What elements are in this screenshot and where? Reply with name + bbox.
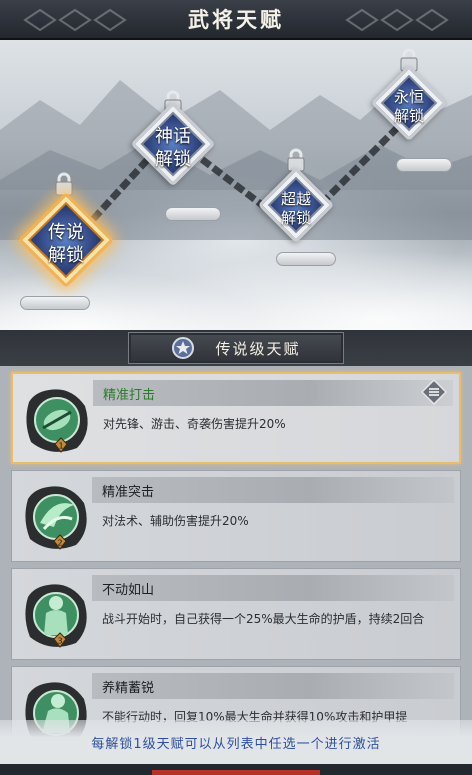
node-status: 解锁 — [155, 148, 191, 170]
node-pedestal — [276, 252, 336, 266]
node-name: 超越 — [280, 190, 311, 208]
node-pedestal — [20, 296, 90, 310]
footer-tip-bar: 每解锁1级天赋可以从列表中任选一个进行激活 — [0, 720, 472, 764]
node-status: 解锁 — [393, 106, 424, 125]
node-name: 永恒 — [393, 88, 424, 106]
talent-name: 精准打击 — [103, 388, 156, 403]
tier-banner: 传说级天赋 — [128, 332, 344, 364]
header-ornament-left-icon — [23, 8, 127, 32]
talent-name: 精准突击 — [102, 485, 155, 500]
top-header: 武将天赋 — [0, 0, 472, 40]
talent-name: 不动如山 — [102, 583, 155, 598]
node-status: 解锁 — [280, 208, 311, 227]
bottom-strip — [0, 764, 472, 775]
talent-description: 战斗开始时，自己获得一个25%最大生命的护盾，持续2回合 — [102, 612, 425, 626]
svg-text:3: 3 — [57, 637, 62, 646]
talent-list[interactable]: 1 精准打击 对先锋、游击、奇袭伤害提升20% 2 精准突击 对法术、辅助伤害提… — [0, 366, 472, 775]
page-title: 武将天赋 — [188, 8, 284, 32]
tier-emblem-icon — [172, 337, 194, 359]
tier-title: 传说级天赋 — [215, 339, 301, 358]
node-name: 传说 — [48, 222, 84, 243]
talent-node-eternal[interactable]: 永恒 解锁 — [362, 48, 456, 178]
svg-text:1: 1 — [58, 442, 63, 451]
node-name: 神话 — [155, 126, 191, 147]
talent-node-legend[interactable]: 传说 解锁 — [8, 172, 124, 312]
steadfast-warrior-icon: 3 — [25, 584, 87, 648]
bottom-red-tab[interactable] — [152, 770, 320, 775]
talent-tree-scene: 神话 解锁 永恒 解锁 超越 解锁 传说 解锁 — [0, 40, 472, 330]
node-pedestal — [396, 158, 452, 172]
talent-card[interactable]: 1 精准打击 对先锋、游击、奇袭伤害提升20% — [11, 372, 461, 464]
node-status: 解锁 — [48, 244, 84, 266]
node-pedestal — [165, 207, 221, 221]
talent-node-myth[interactable]: 神话 解锁 — [121, 90, 225, 222]
details-list-icon[interactable] — [421, 379, 447, 405]
precise-strike-icon: 1 — [26, 389, 88, 453]
talent-name: 养精蓄锐 — [102, 681, 155, 696]
svg-text:2: 2 — [57, 539, 62, 548]
talent-card[interactable]: 3 不动如山 战斗开始时，自己获得一个25%最大生命的护盾，持续2回合 — [11, 568, 461, 660]
precise-assault-icon: 2 — [25, 486, 87, 550]
header-ornament-right-icon — [345, 8, 449, 32]
talent-node-transcend[interactable]: 超越 解锁 — [250, 148, 342, 273]
footer-tip-text: 每解锁1级天赋可以从列表中任选一个进行激活 — [91, 736, 381, 752]
talent-description: 对法术、辅助伤害提升20% — [102, 514, 249, 528]
talent-card[interactable]: 2 精准突击 对法术、辅助伤害提升20% — [11, 470, 461, 562]
talent-description: 对先锋、游击、奇袭伤害提升20% — [103, 417, 286, 431]
